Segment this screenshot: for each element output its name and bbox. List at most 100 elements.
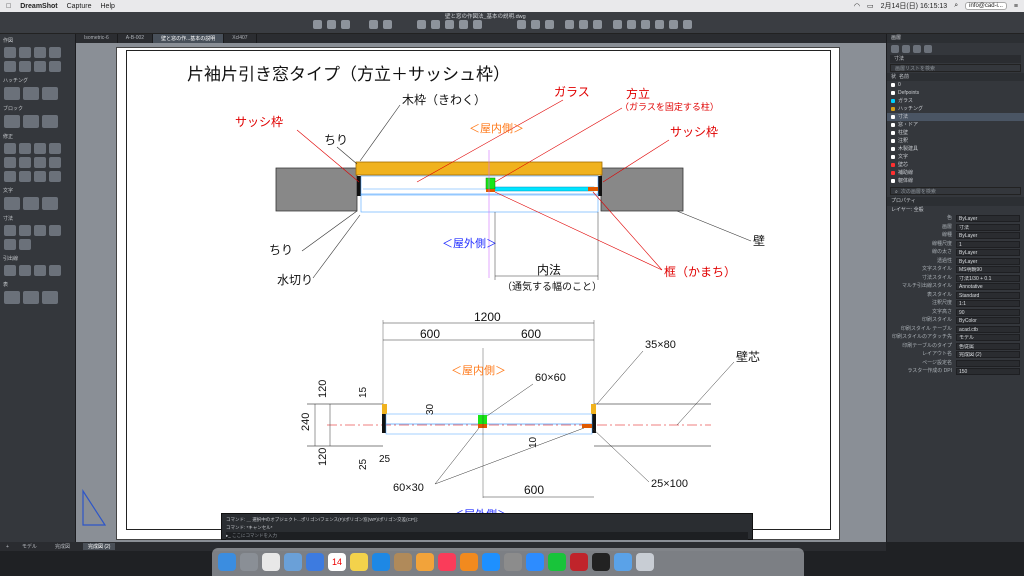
dock-app-preview-icon[interactable]	[284, 553, 302, 571]
mirror-icon[interactable]	[49, 143, 61, 154]
layer-row[interactable]: Defpoints	[887, 89, 1024, 97]
xref-icon[interactable]	[655, 20, 664, 29]
property-value[interactable]: モデル	[956, 334, 1020, 341]
create-block-icon[interactable]	[23, 115, 39, 128]
measure-icon[interactable]	[593, 20, 602, 29]
save-icon[interactable]	[341, 20, 350, 29]
layer-search-field[interactable]: ⌕ 次の画層を検索	[890, 187, 1021, 195]
layer-color-swatch[interactable]	[891, 155, 895, 159]
properties-icon[interactable]	[613, 20, 622, 29]
command-input[interactable]: ▸_ ここにコマンドを入力	[226, 532, 748, 540]
ortho-icon[interactable]	[545, 20, 554, 29]
property-value[interactable]: 寸法1/30 + 0.1	[956, 274, 1020, 282]
undo-icon[interactable]	[369, 20, 378, 29]
leader-collect-icon[interactable]	[49, 265, 61, 276]
property-value[interactable]: 150	[956, 368, 1020, 375]
view-icon[interactable]	[459, 20, 468, 29]
layer-row[interactable]: ハッチング	[887, 105, 1024, 113]
layer-color-swatch[interactable]	[891, 131, 895, 135]
dock-app-system-preferences-icon[interactable]	[504, 553, 522, 571]
property-value[interactable]: ByLayer	[956, 215, 1020, 222]
layer-color-swatch[interactable]	[891, 147, 895, 151]
leader-align-icon[interactable]	[34, 265, 46, 276]
blocks-icon[interactable]	[641, 20, 650, 29]
cloud-icon[interactable]	[683, 20, 692, 29]
layout-tab-1[interactable]: 完成図	[50, 543, 75, 550]
plot-icon[interactable]	[473, 20, 482, 29]
property-value[interactable]: acad.ctb	[956, 325, 1020, 333]
array-icon[interactable]	[34, 171, 46, 182]
text-edit-icon[interactable]	[42, 197, 58, 210]
drawing-canvas[interactable]: 片袖片引き窓タイプ（方立＋サッシュ枠） 木枠（きわく） ちり サッシ枠 ガラス …	[76, 43, 886, 542]
dock-app-photos-icon[interactable]	[416, 553, 434, 571]
circle-icon[interactable]	[34, 47, 46, 58]
stretch-icon[interactable]	[49, 157, 61, 168]
layer-color-swatch[interactable]	[891, 139, 895, 143]
zoom-icon[interactable]	[417, 20, 426, 29]
leader-add-icon[interactable]	[19, 265, 31, 276]
dock-app-books-icon[interactable]	[460, 553, 478, 571]
layer-row[interactable]: 注釈	[887, 137, 1024, 145]
layer-row[interactable]: 寸法	[887, 113, 1024, 121]
explode-icon[interactable]	[49, 171, 61, 182]
layer-row[interactable]: 補助線	[887, 169, 1024, 177]
property-value[interactable]: ByLayer	[956, 257, 1020, 265]
ellipse-icon[interactable]	[34, 61, 46, 72]
fillet-icon[interactable]	[19, 171, 31, 182]
line-icon[interactable]	[4, 47, 16, 58]
layer-color-swatch[interactable]	[891, 123, 895, 127]
text-icon[interactable]	[23, 197, 39, 210]
insert-block-icon[interactable]	[4, 115, 20, 128]
rotate-icon[interactable]	[34, 143, 46, 154]
field-icon[interactable]	[23, 291, 39, 304]
new-file-icon[interactable]	[313, 20, 322, 29]
new-layer-icon[interactable]	[891, 45, 899, 53]
property-value[interactable]: 完成図 (2)	[956, 351, 1020, 358]
layer-row[interactable]: 躯体線	[887, 177, 1024, 185]
layer-row[interactable]: 柱壁	[887, 129, 1024, 137]
layer-color-swatch[interactable]	[891, 107, 895, 111]
dim-linear-icon[interactable]	[4, 225, 16, 236]
layer-filter-field[interactable]: 画層リストを検索	[890, 64, 1021, 72]
layer-row[interactable]: 壁芯	[887, 161, 1024, 169]
app-menu[interactable]: DreamShot	[20, 3, 57, 10]
pan-icon[interactable]	[431, 20, 440, 29]
trim-icon[interactable]	[4, 157, 16, 168]
property-value[interactable]: 色従属	[956, 342, 1020, 350]
dock-app-app-store-icon[interactable]	[482, 553, 500, 571]
current-layer-icon[interactable]	[913, 45, 921, 53]
extend-icon[interactable]	[19, 157, 31, 168]
dock-app-music-icon[interactable]	[438, 553, 456, 571]
dock-app-terminal-icon[interactable]	[592, 553, 610, 571]
dock-app-autocad-icon[interactable]	[570, 553, 588, 571]
layer-color-swatch[interactable]	[891, 99, 895, 103]
delete-layer-icon[interactable]	[902, 45, 910, 53]
open-file-icon[interactable]	[327, 20, 336, 29]
property-value[interactable]	[956, 359, 1020, 367]
property-value[interactable]: 90	[956, 308, 1020, 316]
property-value[interactable]: MS明朝90	[956, 266, 1020, 273]
edit-block-icon[interactable]	[42, 115, 58, 128]
file-tab[interactable]: Xcl407	[224, 34, 257, 43]
property-value[interactable]: 1	[956, 240, 1020, 248]
layout-tab-model[interactable]: モデル	[17, 543, 42, 550]
layer-color-swatch[interactable]	[891, 115, 895, 119]
clock[interactable]: 2月14日(日) 16:15:13	[881, 1, 948, 11]
polyline-icon[interactable]	[19, 47, 31, 58]
gradient-icon[interactable]	[23, 87, 39, 100]
layer-color-swatch[interactable]	[891, 83, 895, 87]
orbit-icon[interactable]	[445, 20, 454, 29]
dock-app-line-icon[interactable]	[548, 553, 566, 571]
file-tab-active[interactable]: 壁と窓の作...基本の説明	[153, 34, 225, 43]
control-center-icon[interactable]: ≡	[1014, 3, 1018, 10]
dock-app-notes-icon[interactable]	[350, 553, 368, 571]
dock-app-finder-icon[interactable]	[218, 553, 236, 571]
hatch-icon[interactable]	[4, 87, 20, 100]
dim-radius-icon[interactable]	[49, 225, 61, 236]
scale-icon[interactable]	[34, 157, 46, 168]
file-tab[interactable]: A-B-002	[118, 34, 154, 43]
layer-color-swatch[interactable]	[891, 171, 895, 175]
dock-app-calendar-icon[interactable]: 14	[328, 553, 346, 571]
layer-row[interactable]: 窓・ドア	[887, 121, 1024, 129]
dim-aligned-icon[interactable]	[19, 225, 31, 236]
